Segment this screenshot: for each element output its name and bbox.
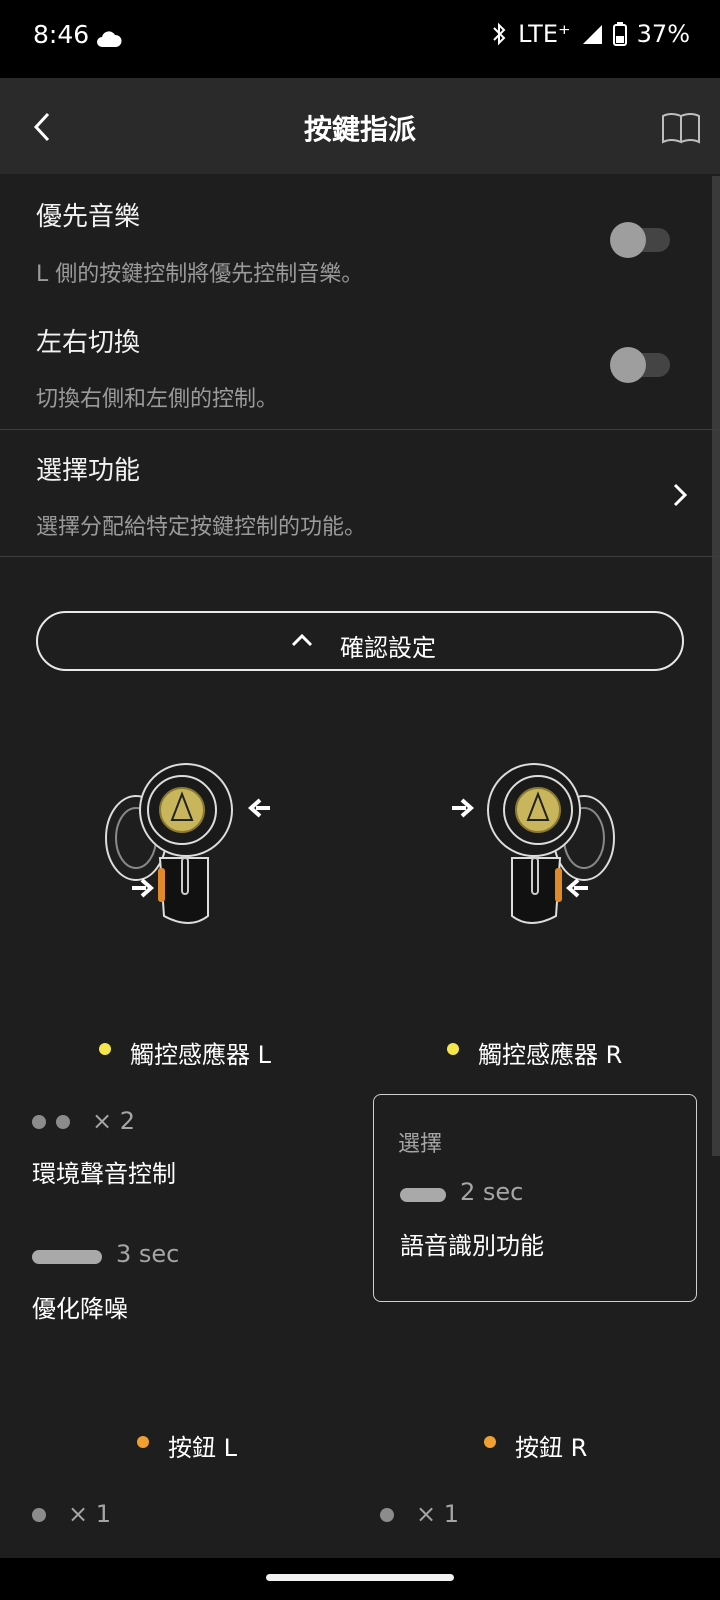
hold-bar [400, 1188, 446, 1202]
lr-switch-subtitle: 切換右側和左側的控制。 [36, 387, 279, 412]
button-r-label: 按鈕 R [515, 1434, 588, 1462]
sensor-r-dot [447, 1043, 459, 1055]
right-earbud-illustration [487, 763, 615, 924]
arrow-right-icon [452, 798, 474, 818]
gesture-hold-2sec: 2 sec [460, 1178, 524, 1206]
priority-music-toggle[interactable] [610, 222, 670, 258]
divider [0, 556, 720, 557]
function-voice-recognition: 語音識別功能 [400, 1232, 544, 1260]
function-optimize-nc: 優化降噪 [32, 1295, 128, 1323]
scrollbar[interactable] [712, 176, 720, 1156]
bluetooth-icon [493, 22, 506, 46]
priority-music-subtitle: L 側的按鍵控制將優先控制音樂。 [36, 262, 364, 287]
function-ambient-control: 環境聲音控制 [32, 1160, 176, 1188]
arrow-left-icon [566, 878, 588, 898]
battery-percent: 37% [636, 20, 690, 48]
chevron-right-icon [673, 483, 688, 507]
button-r-dot [484, 1436, 496, 1448]
arrow-right-icon [132, 878, 154, 898]
hold-bar [32, 1250, 102, 1264]
toggle-knob [610, 222, 646, 258]
tap-dot [32, 1115, 46, 1129]
cloud-icon [97, 31, 122, 47]
tap-dot [380, 1508, 394, 1522]
status-right: LTE⁺ 37% [490, 20, 690, 48]
page-title: 按鍵指派 [303, 113, 416, 146]
arrow-left-icon [248, 798, 270, 818]
status-time: 8:46 [33, 20, 90, 49]
priority-music-title: 優先音樂 [36, 202, 141, 232]
select-label: 選擇 [398, 1132, 443, 1157]
network-type: LTE⁺ [518, 20, 571, 48]
lr-switch-toggle[interactable] [610, 347, 670, 383]
confirm-settings-label: 確認設定 [340, 634, 436, 662]
sensor-l-dot [99, 1043, 111, 1055]
select-function-subtitle: 選擇分配給特定按鍵控制的功能。 [36, 515, 367, 540]
lr-switch-title: 左右切換 [36, 328, 141, 358]
chevron-up-icon [291, 633, 313, 647]
gesture-double-tap: × 2 [92, 1107, 136, 1135]
toggle-knob [610, 347, 646, 383]
battery-icon [612, 22, 627, 46]
touch-sensor-l-label: 觸控感應器 L [130, 1041, 271, 1069]
tap-dot [32, 1508, 46, 1522]
button-l-dot [137, 1436, 149, 1448]
gesture-hold-3sec: 3 sec [116, 1240, 180, 1268]
manual-book-icon[interactable] [661, 110, 701, 144]
button-l-label: 按鈕 L [168, 1434, 237, 1462]
touch-sensor-r-label: 觸控感應器 R [478, 1041, 623, 1069]
button-r-gesture: × 1 [416, 1500, 460, 1528]
button-l-gesture: × 1 [68, 1500, 112, 1528]
select-function-title: 選擇功能 [36, 456, 141, 486]
signal-icon [582, 25, 602, 44]
home-handle[interactable] [266, 1574, 454, 1581]
left-earbud-illustration [105, 763, 233, 924]
tap-dot [56, 1115, 70, 1129]
